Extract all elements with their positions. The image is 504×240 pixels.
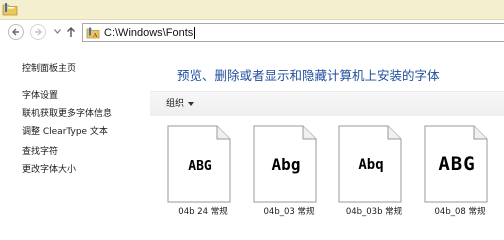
folder-icon: A xyxy=(86,27,100,39)
forward-arrow-icon xyxy=(35,28,42,36)
sidebar-item-change-font-size[interactable]: 更改字体大小 xyxy=(22,164,76,176)
chevron-down-icon[interactable] xyxy=(54,29,61,34)
sidebar: 控制面板主页 字体设置 联机获取更多字体信息 调整 ClearType 文本 查… xyxy=(0,47,150,224)
font-preview: Abg xyxy=(271,155,301,174)
font-name: 04b_03 常规 xyxy=(263,207,315,217)
font-tile[interactable]: Abg 04b_03 常规 xyxy=(253,125,323,220)
font-preview: Abq xyxy=(358,157,384,173)
sidebar-item-get-font-info-online[interactable]: 联机获取更多字体信息 xyxy=(22,108,112,120)
sidebar-item-adjust-cleartype[interactable]: 调整 ClearType 文本 xyxy=(22,126,108,138)
address-bar[interactable]: A C:\Windows\Fonts xyxy=(82,23,504,42)
font-preview: ABG xyxy=(188,159,212,174)
address-path[interactable]: C:\Windows\Fonts xyxy=(104,26,196,40)
svg-text:A: A xyxy=(93,33,98,39)
title-bar xyxy=(0,0,504,20)
font-tile[interactable]: ABG 04b_08 常规 xyxy=(424,125,494,220)
folder-icon xyxy=(2,3,18,16)
font-name: 04b_03b 常规 xyxy=(345,207,403,217)
page-title: 预览、删除或者显示和隐藏计算机上安装的字体 xyxy=(177,68,440,83)
sidebar-item-find-character[interactable]: 查找字符 xyxy=(22,146,58,158)
font-tile[interactable]: Abq 04b_03b 常规 xyxy=(338,125,408,220)
organize-button[interactable]: 组织 xyxy=(166,97,195,111)
forward-button[interactable] xyxy=(30,24,46,40)
sidebar-item-font-settings[interactable]: 字体设置 xyxy=(22,90,58,102)
up-arrow-icon[interactable] xyxy=(66,26,76,38)
font-name: 04b 24 常规 xyxy=(178,207,228,217)
command-bar: 组织 xyxy=(150,91,504,116)
font-name: 04b_08 常规 xyxy=(434,207,486,217)
text-cursor xyxy=(194,27,196,40)
main-content: 预览、删除或者显示和隐藏计算机上安装的字体 组织 ABG 04b 24 常规 A… xyxy=(150,47,504,224)
organize-label: 组织 xyxy=(166,99,185,109)
back-button[interactable] xyxy=(8,24,24,40)
navigation-bar: A C:\Windows\Fonts xyxy=(0,20,504,46)
font-tile[interactable]: ABG 04b 24 常规 xyxy=(167,125,237,220)
font-preview: ABG xyxy=(438,153,476,175)
back-arrow-icon xyxy=(12,28,19,36)
sidebar-item-control-panel-home[interactable]: 控制面板主页 xyxy=(22,63,76,75)
caret-down-icon xyxy=(188,101,195,106)
